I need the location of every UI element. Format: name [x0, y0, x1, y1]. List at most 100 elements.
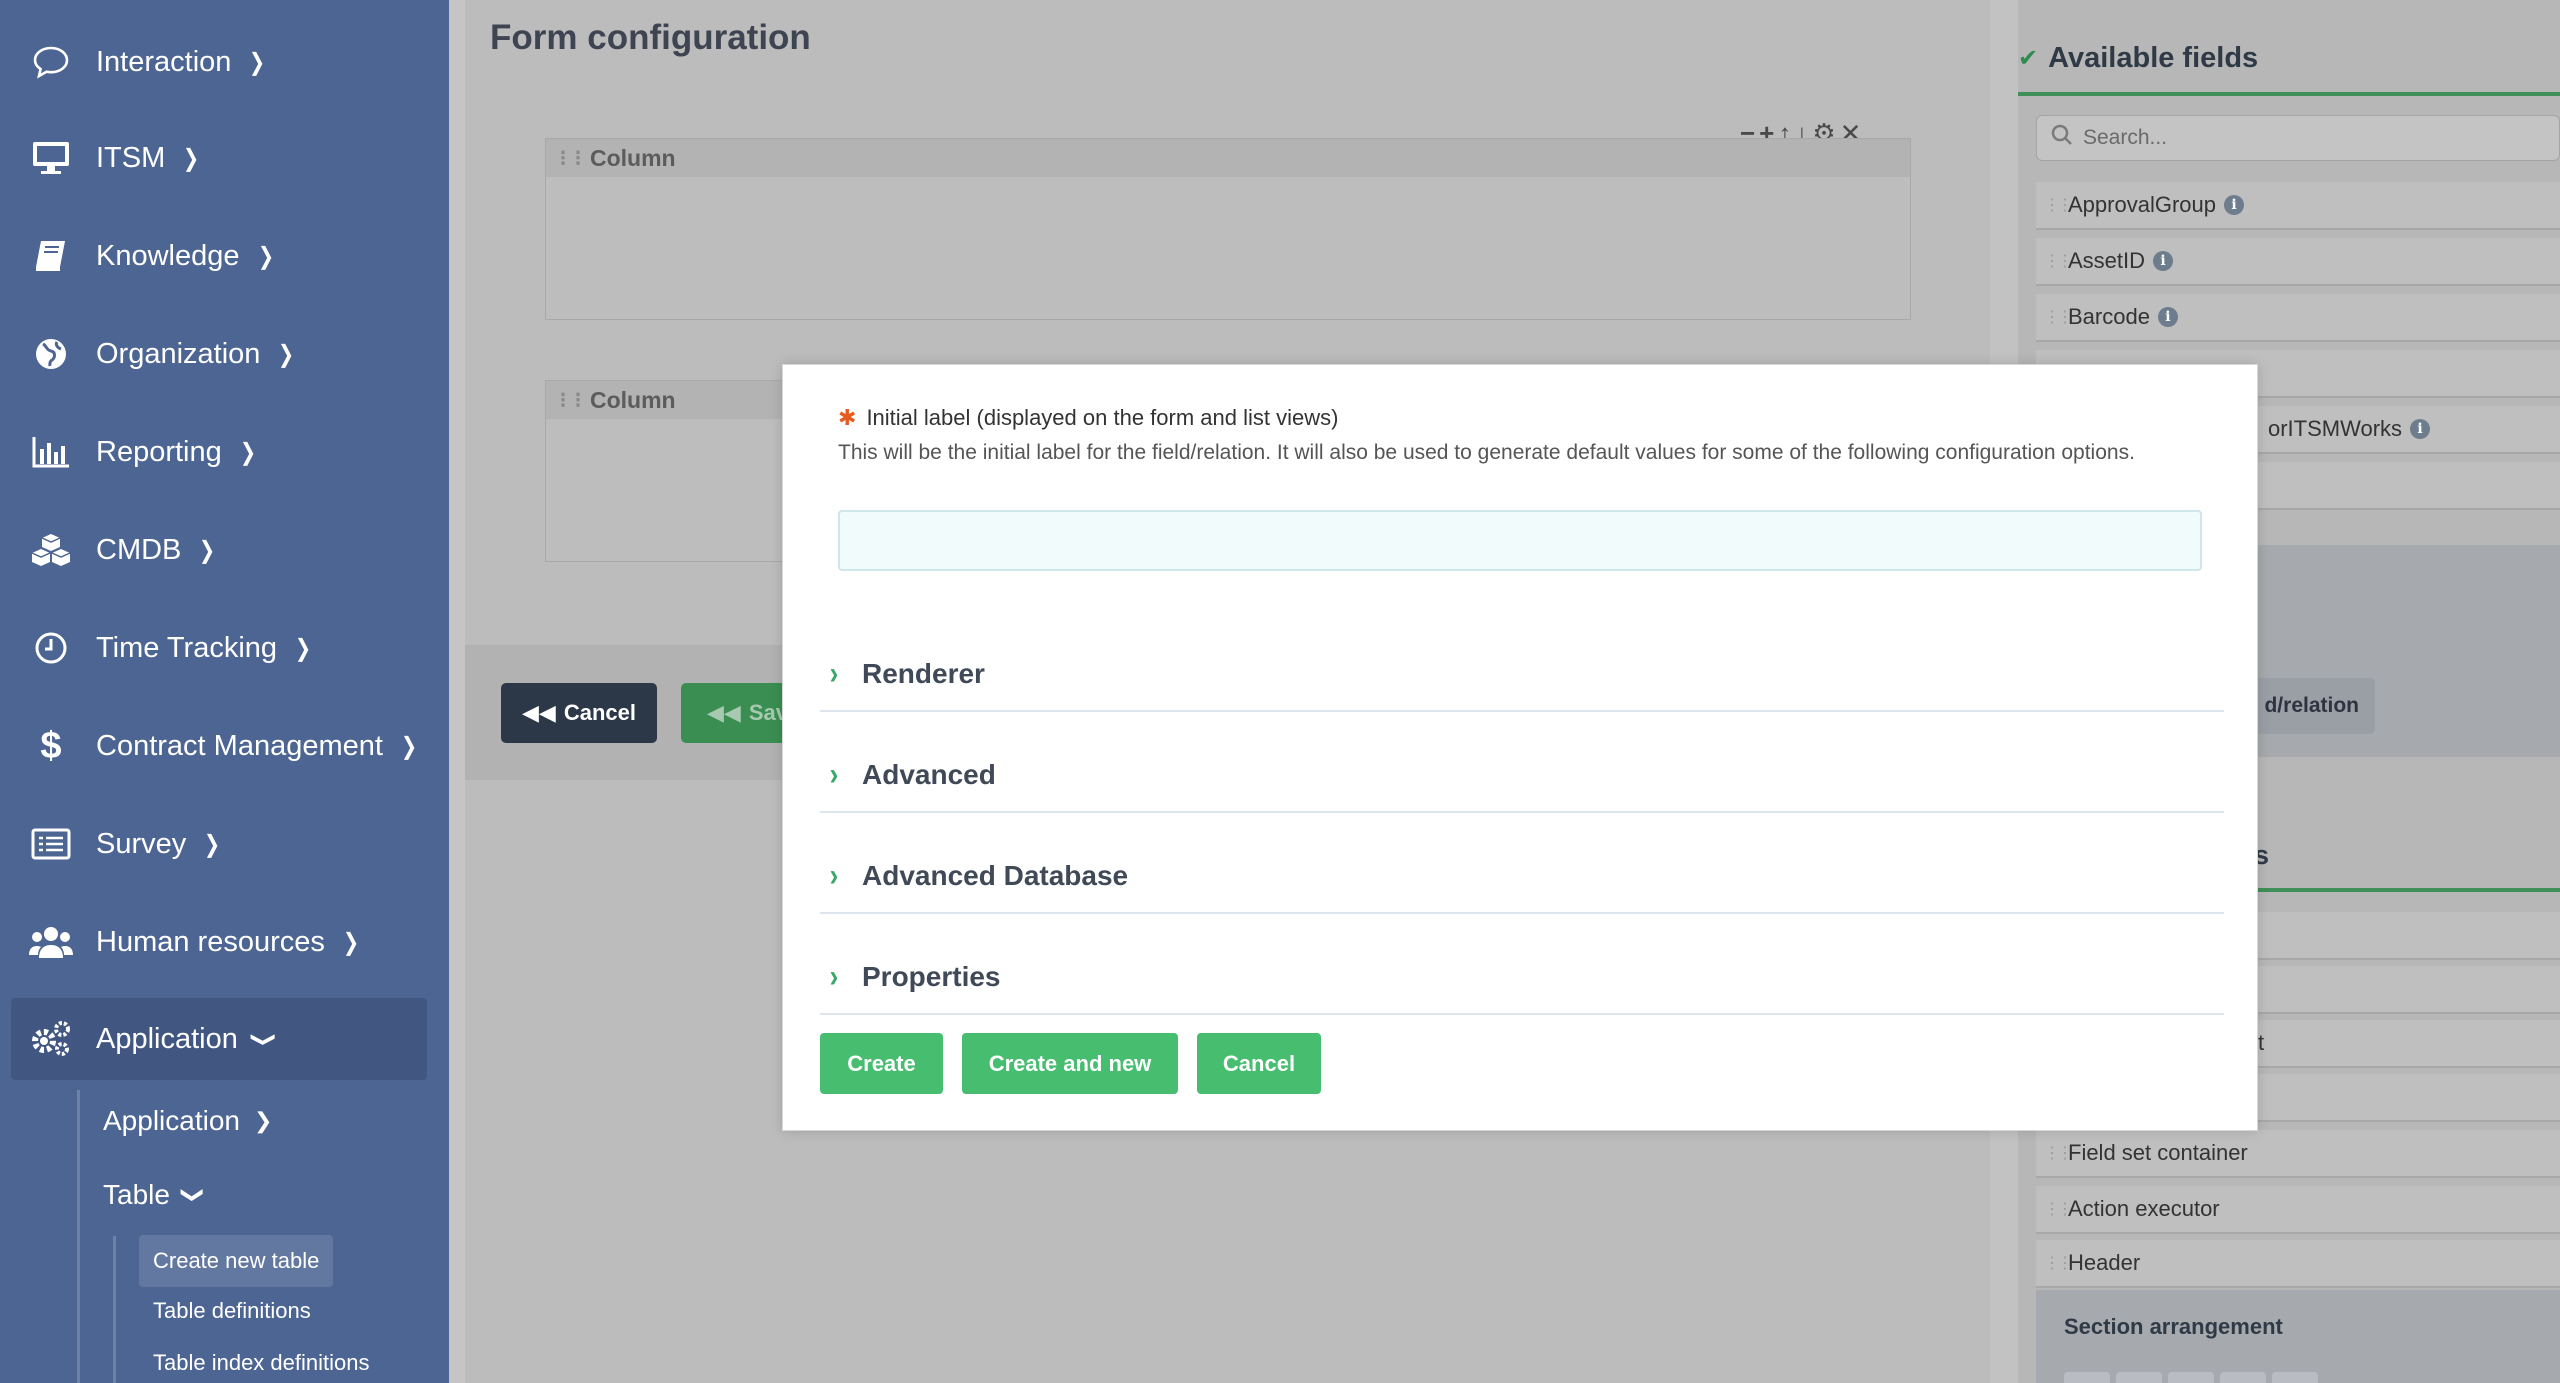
drag-handle-icon[interactable]: ⋮⋮ [554, 390, 587, 411]
field-label: Barcode [2068, 304, 2150, 329]
nav-item-reporting[interactable]: Reporting ❯ [0, 412, 449, 492]
nav-label: Time Tracking [96, 631, 278, 664]
chevron-right-icon: ❯ [342, 928, 359, 956]
nav-label: Application [96, 1022, 238, 1055]
drag-handle-icon[interactable]: ⋮⋮ [554, 148, 587, 169]
nav-item-human-resources[interactable]: Human resources ❯ [0, 902, 449, 982]
submenu-table[interactable]: Table ❯ [103, 1174, 206, 1216]
chevron-right-icon: › [829, 654, 839, 691]
container-label: Action executor [2068, 1196, 2220, 1221]
initial-label-caption: ✱ Initial label (displayed on the form a… [838, 405, 1338, 431]
layout-button[interactable] [2272, 1372, 2318, 1383]
submenu-label: Application [103, 1105, 240, 1136]
chat-bubble-icon [26, 37, 76, 87]
users-icon [26, 917, 76, 967]
nav-label: Organization [96, 337, 261, 370]
submenu-label: Table [103, 1179, 170, 1210]
double-left-arrow-icon: ◀◀ [522, 700, 556, 725]
drag-handle-icon: ⋮⋮ [2044, 197, 2073, 214]
field-label: AssetID [2068, 248, 2146, 273]
container-item[interactable]: ⋮⋮ Field set container [2036, 1130, 2560, 1178]
field-item[interactable]: ⋮⋮ AssetID i [2036, 238, 2560, 286]
drag-handle-icon: ⋮⋮ [2044, 1201, 2073, 1218]
create-and-new-button[interactable]: Create and new [962, 1033, 1178, 1094]
cancel-button[interactable]: ◀◀ Cancel [501, 683, 657, 743]
nav-label: Survey [96, 827, 187, 860]
layout-button[interactable] [2064, 1372, 2110, 1383]
field-item[interactable]: ⋮⋮ Barcode i [2036, 294, 2560, 342]
container-item[interactable]: ⋮⋮ Action executor [2036, 1186, 2560, 1234]
nav-item-application[interactable]: Application ❯ [11, 998, 427, 1080]
nav-item-time-tracking[interactable]: Time Tracking ❯ [0, 608, 449, 688]
available-fields-title[interactable]: ✔ Available fields [2018, 42, 2258, 75]
chevron-right-icon: › [829, 856, 839, 893]
clock-icon [26, 623, 76, 673]
nav-item-knowledge[interactable]: Knowledge ❯ [0, 216, 449, 296]
panel-title: Available fields [2048, 42, 2259, 74]
initial-label-text: Initial label (displayed on the form and… [866, 405, 1339, 430]
section-arrangement-title: Section arrangement [2064, 1314, 2283, 1339]
chevron-right-icon: ❯ [295, 634, 312, 662]
globe-icon [26, 329, 76, 379]
new-field-modal: ✱ Initial label (displayed on the form a… [782, 364, 2258, 1131]
search-input[interactable]: Search... [2036, 115, 2560, 161]
cancel-label: Cancel [563, 700, 636, 725]
splitter[interactable] [449, 0, 465, 1383]
submenu-guide [113, 1236, 116, 1383]
section-advanced[interactable]: › Advanced [820, 738, 2224, 813]
field-item[interactable]: ⋮⋮ ApprovalGroup i [2036, 182, 2560, 230]
section-label: Properties [862, 960, 1001, 992]
leaf-table-index-definitions[interactable]: Table index definitions [139, 1337, 383, 1383]
bar-chart-icon [26, 427, 76, 477]
create-button[interactable]: Create [820, 1033, 943, 1094]
nav-item-organization[interactable]: Organization ❯ [0, 314, 449, 394]
container-item[interactable]: ⋮⋮ Header [2036, 1240, 2560, 1288]
chevron-right-icon: ❯ [253, 1108, 273, 1133]
layout-button[interactable] [2220, 1372, 2266, 1383]
submenu-guide [77, 1090, 80, 1383]
leaf-create-new-table[interactable]: Create new table [139, 1235, 334, 1287]
section-advanced-database[interactable]: › Advanced Database [820, 839, 2224, 914]
chevron-right-icon: ❯ [257, 242, 274, 270]
info-icon[interactable]: i [2223, 195, 2244, 215]
layout-button[interactable] [2168, 1372, 2214, 1383]
initial-label-input[interactable] [838, 510, 2202, 571]
layout-button[interactable] [2116, 1372, 2162, 1383]
chevron-down-icon: ❯ [250, 1030, 278, 1048]
leaf-table-definitions[interactable]: Table definitions [139, 1285, 325, 1337]
cubes-icon [26, 525, 76, 575]
submenu-application[interactable]: Application ❯ [103, 1100, 272, 1142]
gears-icon [26, 1014, 76, 1064]
nav-label: Knowledge [96, 239, 240, 272]
column-header: ⋮⋮ Column [546, 139, 1910, 177]
column-container[interactable]: ⋮⋮ Column [545, 138, 1911, 320]
chevron-down-icon: ❯ [181, 1185, 207, 1205]
nav-label: Interaction [96, 45, 232, 78]
nav-item-itsm[interactable]: ITSM ❯ [0, 118, 449, 198]
page-title: Form configuration [490, 18, 811, 57]
info-icon[interactable]: i [2153, 251, 2174, 271]
nav-item-interaction[interactable]: Interaction ❯ [0, 22, 449, 102]
nav-item-survey[interactable]: Survey ❯ [0, 804, 449, 884]
initial-label-help: This will be the initial label for the f… [838, 441, 2135, 464]
info-icon[interactable]: i [2410, 419, 2431, 439]
nav-item-cmdb[interactable]: CMDB ❯ [0, 510, 449, 590]
container-label: Field set container [2068, 1140, 2248, 1165]
chevron-right-icon: › [829, 957, 839, 994]
info-icon[interactable]: i [2157, 307, 2178, 327]
modal-cancel-button[interactable]: Cancel [1197, 1033, 1321, 1094]
section-label: Advanced Database [862, 859, 1129, 891]
section-label: Renderer [862, 657, 985, 689]
column-label: Column [590, 386, 676, 413]
field-label: ApprovalGroup [2068, 192, 2216, 217]
nav-label: Reporting [96, 435, 222, 468]
section-properties[interactable]: › Properties [820, 940, 2224, 1015]
chevron-right-icon: ❯ [204, 830, 221, 858]
section-label: Advanced [862, 758, 996, 790]
chevron-right-icon: › [829, 755, 839, 792]
nav-item-contract-management[interactable]: $ Contract Management ❯ [0, 706, 449, 786]
dollar-icon: $ [40, 724, 62, 767]
section-renderer[interactable]: › Renderer [820, 637, 2224, 712]
chevron-down-icon: ✔ [2018, 45, 2039, 72]
nav-label: Contract Management [96, 729, 383, 762]
